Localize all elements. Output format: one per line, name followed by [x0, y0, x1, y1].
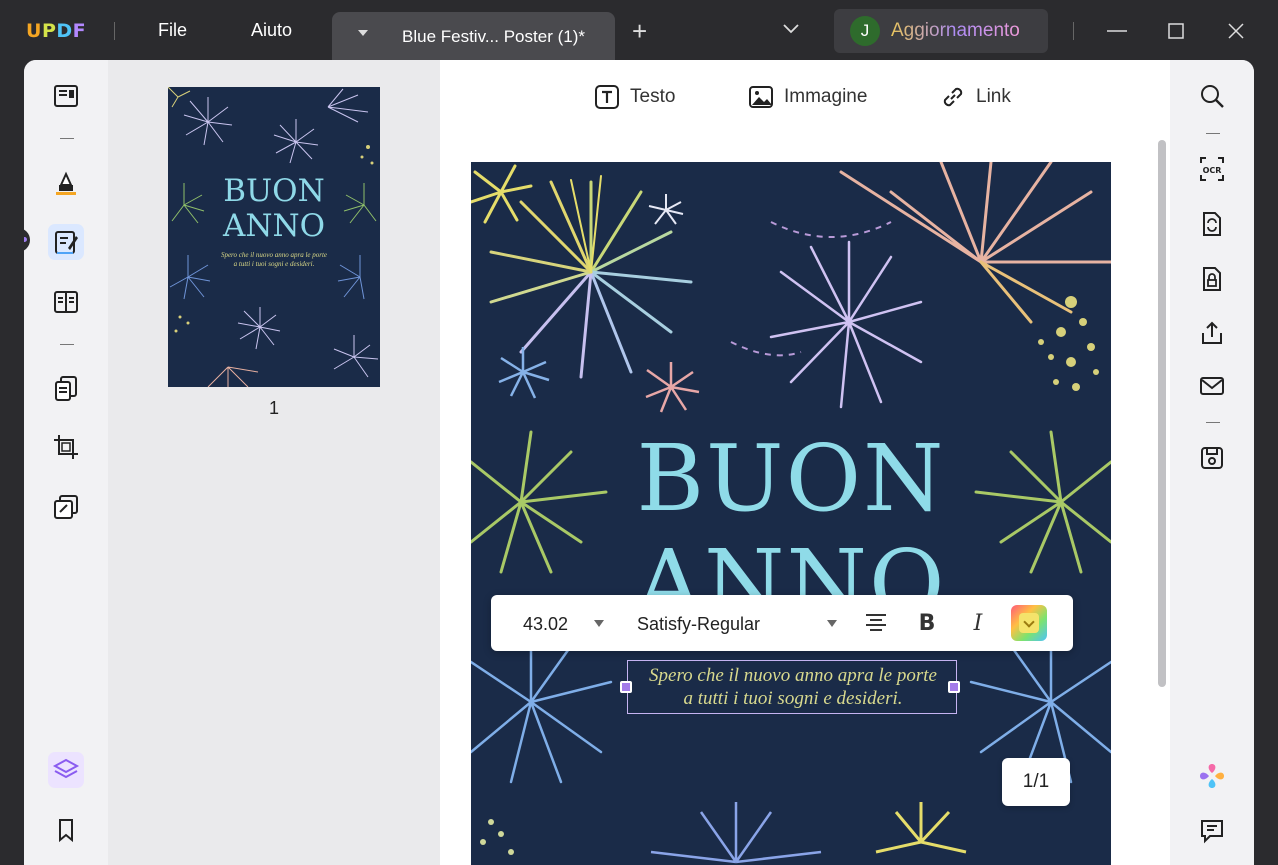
- image-tool-icon: [749, 86, 773, 108]
- add-image-button[interactable]: Immagine: [748, 84, 867, 110]
- selected-text-box[interactable]: Spero che il nuovo anno apra le porte a …: [620, 660, 960, 714]
- page-indicator[interactable]: 1/1: [1002, 758, 1070, 806]
- align-center-icon: [866, 614, 886, 631]
- italic-button[interactable]: I: [963, 608, 993, 638]
- resize-handle-right[interactable]: [948, 681, 960, 693]
- comment-list-icon[interactable]: [1194, 812, 1230, 848]
- poster-body-text[interactable]: Spero che il nuovo anno apra le porte a …: [628, 664, 958, 710]
- ocr-icon[interactable]: OCR: [1194, 151, 1230, 187]
- menu-help[interactable]: Aiuto: [251, 20, 292, 41]
- protect-icon[interactable]: [48, 489, 84, 525]
- document-tab[interactable]: Blue Festiv... Poster (1)*: [332, 12, 615, 60]
- thumbnail-pane: BUON ANNO Spero che il nuovo anno apra l…: [108, 60, 440, 865]
- text-format-toolbar: 43.02 Satisfy-Regular B I: [491, 595, 1073, 651]
- avatar: J: [850, 16, 880, 46]
- poster-title-line1[interactable]: BUON: [471, 425, 1111, 532]
- email-icon[interactable]: [1194, 368, 1230, 404]
- thumbnail-page-number: 1: [268, 398, 279, 418]
- text-color-button[interactable]: [1011, 605, 1047, 641]
- active-indicator: [24, 228, 30, 252]
- comment-icon[interactable]: [48, 165, 84, 201]
- page-thumbnail[interactable]: BUON ANNO Spero che il nuovo anno apra l…: [168, 87, 380, 387]
- divider: [1073, 22, 1074, 40]
- bold-button[interactable]: B: [912, 608, 942, 638]
- protect-document-icon[interactable]: [1194, 261, 1230, 297]
- crop-icon[interactable]: [48, 429, 84, 465]
- edit-pdf-icon[interactable]: [48, 224, 84, 260]
- right-toolbar: OCR: [1170, 60, 1254, 865]
- updf-logo[interactable]: UPDF: [26, 20, 86, 42]
- add-image-label: Immagine: [784, 86, 868, 107]
- poster-body-line1: Spero che il nuovo anno apra le porte: [649, 665, 937, 686]
- thumbnail-title-line2: ANNO: [222, 208, 326, 244]
- thumbnail-subtitle: Spero che il nuovo anno apra le porte a …: [198, 251, 350, 269]
- new-tab-button[interactable]: +: [632, 18, 647, 44]
- share-icon[interactable]: [1194, 315, 1230, 351]
- divider: [1206, 133, 1220, 134]
- save-icon[interactable]: [1194, 440, 1230, 476]
- layers-icon[interactable]: [48, 752, 84, 788]
- thumbnail-subtitle-line1: Spero che il nuovo anno apra le porte: [220, 251, 328, 259]
- maximize-button[interactable]: [1161, 16, 1191, 46]
- text-tool-icon: [595, 85, 619, 109]
- add-link-label: Link: [976, 86, 1011, 107]
- minimize-button[interactable]: [1102, 16, 1132, 46]
- divider: [114, 22, 115, 40]
- thumbnail-title-line1: BUON: [223, 173, 325, 209]
- poster-body-line2: a tutti i tuoi sogni e desideri.: [683, 688, 903, 709]
- convert-icon[interactable]: [48, 370, 84, 406]
- font-family-select[interactable]: Satisfy-Regular: [637, 614, 760, 635]
- divider: [60, 344, 74, 345]
- tab-dropdown-icon[interactable]: [358, 30, 368, 36]
- upgrade-button[interactable]: J Aggiornamento: [834, 9, 1048, 53]
- convert-document-icon[interactable]: [1194, 206, 1230, 242]
- left-toolbar: [24, 60, 108, 865]
- organize-icon[interactable]: [48, 284, 84, 320]
- menu-file[interactable]: File: [158, 20, 187, 41]
- font-family-dropdown-icon[interactable]: [827, 620, 837, 627]
- thumbnail-subtitle-line2: a tutti i tuoi sogni e desideri.: [233, 260, 315, 268]
- vertical-scrollbar[interactable]: [1158, 140, 1166, 687]
- link-tool-icon: [943, 87, 963, 107]
- tab-list-chevron-icon[interactable]: [782, 22, 800, 40]
- add-text-button[interactable]: Testo: [594, 84, 675, 110]
- ai-assistant-icon[interactable]: [1194, 758, 1230, 794]
- title-bar: UPDF File Aiuto Blue Festiv... Poster (1…: [0, 0, 1278, 60]
- font-size-field[interactable]: 43.02: [523, 614, 568, 635]
- add-text-label: Testo: [630, 86, 676, 107]
- main-window: BUON ANNO Spero che il nuovo anno apra l…: [24, 60, 1254, 865]
- divider: [60, 138, 74, 139]
- reader-icon[interactable]: [48, 78, 84, 114]
- close-button[interactable]: [1221, 16, 1251, 46]
- color-chevron-icon: [1023, 616, 1035, 628]
- search-icon[interactable]: [1194, 78, 1230, 114]
- tab-title: Blue Festiv... Poster (1)*: [402, 27, 585, 46]
- add-link-button[interactable]: Link: [940, 84, 1011, 110]
- upgrade-label: Aggiornamento: [891, 20, 1020, 41]
- bookmark-icon[interactable]: [48, 812, 84, 848]
- align-center-button[interactable]: [861, 608, 891, 638]
- resize-handle-left[interactable]: [620, 681, 632, 693]
- ocr-label: OCR: [1203, 166, 1222, 175]
- document-area: Testo Immagine Link BUON ANNO Spero che …: [440, 60, 1170, 865]
- font-size-dropdown-icon[interactable]: [594, 620, 604, 627]
- divider: [1206, 422, 1220, 423]
